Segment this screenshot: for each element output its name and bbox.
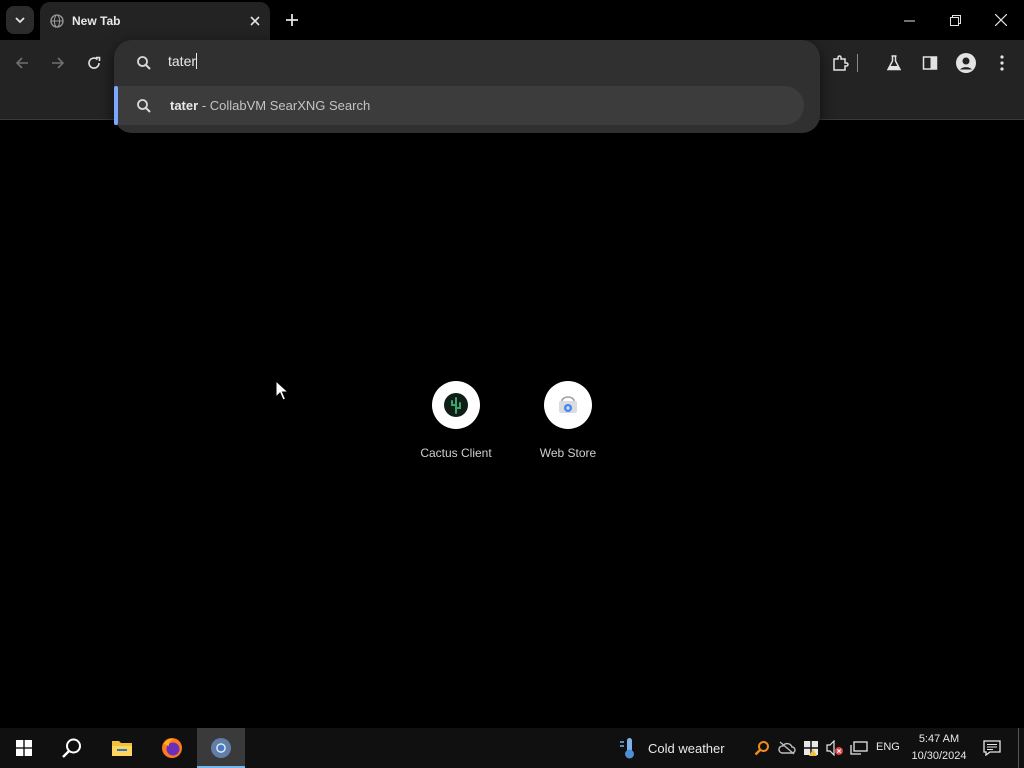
side-panel-icon: [922, 56, 938, 70]
selection-indicator: [114, 86, 118, 125]
tab-title: New Tab: [72, 14, 121, 28]
omnibox-input[interactable]: tater: [168, 53, 768, 73]
restore-icon: [949, 14, 961, 26]
globe-icon: [50, 14, 64, 28]
system-clock[interactable]: 5:47 AM 10/30/2024: [906, 731, 972, 765]
close-tab-button[interactable]: [246, 12, 264, 30]
extensions-button[interactable]: [828, 51, 852, 75]
taskbar-chrome[interactable]: [197, 728, 245, 768]
start-button[interactable]: [0, 728, 48, 768]
language-indicator[interactable]: ENG: [876, 741, 900, 753]
volume-muted-icon: [826, 740, 843, 756]
shortcut-web-store[interactable]: Web Store: [512, 381, 624, 471]
tray-network[interactable]: [850, 739, 868, 757]
shortcut-cactus-client[interactable]: Cactus Client: [400, 381, 512, 471]
omnibox-popup: tater tater - CollabVM SearXNG Search: [114, 40, 820, 133]
minimize-icon: [903, 20, 915, 21]
suggestion-query: tater: [170, 98, 199, 113]
search-icon: [62, 738, 81, 758]
plus-icon: [286, 14, 298, 26]
avatar-icon: [956, 53, 976, 73]
clock-date: 10/30/2024: [911, 750, 967, 762]
reload-icon: [88, 56, 101, 69]
omnibox-text: tater: [168, 53, 197, 69]
suggestion-engine: CollabVM SearXNG Search: [209, 98, 371, 113]
taskbar: Cold weather ENG 5:47 AM 10/30/2024: [0, 728, 1024, 768]
suggestion-text: tater - CollabVM SearXNG Search: [170, 98, 370, 113]
menu-button[interactable]: [990, 51, 1014, 75]
flask-icon: [886, 55, 902, 71]
clock-time: 5:47 AM: [918, 733, 960, 745]
labs-button[interactable]: [882, 51, 906, 75]
shortcut-label: Cactus Client: [420, 446, 492, 460]
notification-icon: [983, 740, 1001, 756]
mouse-cursor-icon: [275, 380, 289, 401]
omnibox-suggestion[interactable]: tater - CollabVM SearXNG Search: [114, 86, 804, 125]
windows-logo-icon: [16, 740, 32, 756]
tray-search-utility[interactable]: [753, 739, 771, 757]
browser-window: New Tab tater tater - CollabVM SearXNG S…: [0, 0, 1024, 768]
cloud-off-icon: [778, 741, 796, 755]
reload-button[interactable]: [82, 51, 106, 75]
network-icon: [850, 741, 868, 755]
tab-strip: New Tab: [0, 0, 1024, 40]
new-tab-button[interactable]: [280, 8, 304, 32]
shortcut-icon-circle: [544, 381, 592, 429]
search-icon: [137, 56, 151, 70]
text-caret: [196, 53, 198, 69]
web-store-icon: [559, 396, 577, 413]
tab-new-tab[interactable]: New Tab: [40, 2, 270, 40]
shield-warning-icon: [804, 741, 818, 756]
folder-icon: [112, 741, 132, 756]
toolbar-divider: [856, 51, 858, 75]
shortcut-label: Web Store: [539, 446, 597, 460]
close-window-button[interactable]: [978, 0, 1024, 40]
thermometer-icon: [620, 738, 634, 759]
taskbar-file-explorer[interactable]: [98, 728, 146, 768]
tab-search-button[interactable]: [6, 6, 34, 34]
weather-widget[interactable]: Cold weather: [618, 728, 725, 768]
search-icon: [137, 99, 151, 113]
tray-security[interactable]: [802, 739, 820, 757]
profile-button[interactable]: [954, 51, 978, 75]
puzzle-icon: [833, 55, 849, 71]
close-icon: [995, 14, 1007, 26]
minimize-button[interactable]: [886, 0, 932, 40]
tray-volume[interactable]: [826, 739, 844, 757]
arrow-left-icon: [15, 57, 28, 69]
taskbar-firefox[interactable]: [148, 728, 196, 768]
tray-onedrive[interactable]: [778, 739, 796, 757]
chrome-icon: [211, 738, 231, 758]
side-panel-button[interactable]: [918, 51, 942, 75]
chevron-down-icon: [15, 17, 25, 24]
firefox-icon: [162, 738, 182, 758]
cactus-client-icon: [444, 393, 468, 417]
forward-button[interactable]: [46, 51, 70, 75]
arrow-right-icon: [52, 57, 65, 69]
taskbar-search-button[interactable]: [48, 728, 96, 768]
show-desktop-button[interactable]: [1018, 728, 1024, 768]
shortcut-icon-circle: [432, 381, 480, 429]
weather-label: Cold weather: [648, 740, 725, 756]
back-button[interactable]: [10, 51, 34, 75]
action-center-button[interactable]: [982, 738, 1002, 758]
suggestion-separator: -: [201, 98, 207, 113]
magnifier-icon: [754, 741, 769, 756]
restore-button[interactable]: [932, 0, 978, 40]
close-icon: [250, 16, 260, 26]
more-vert-icon: [1000, 55, 1004, 71]
